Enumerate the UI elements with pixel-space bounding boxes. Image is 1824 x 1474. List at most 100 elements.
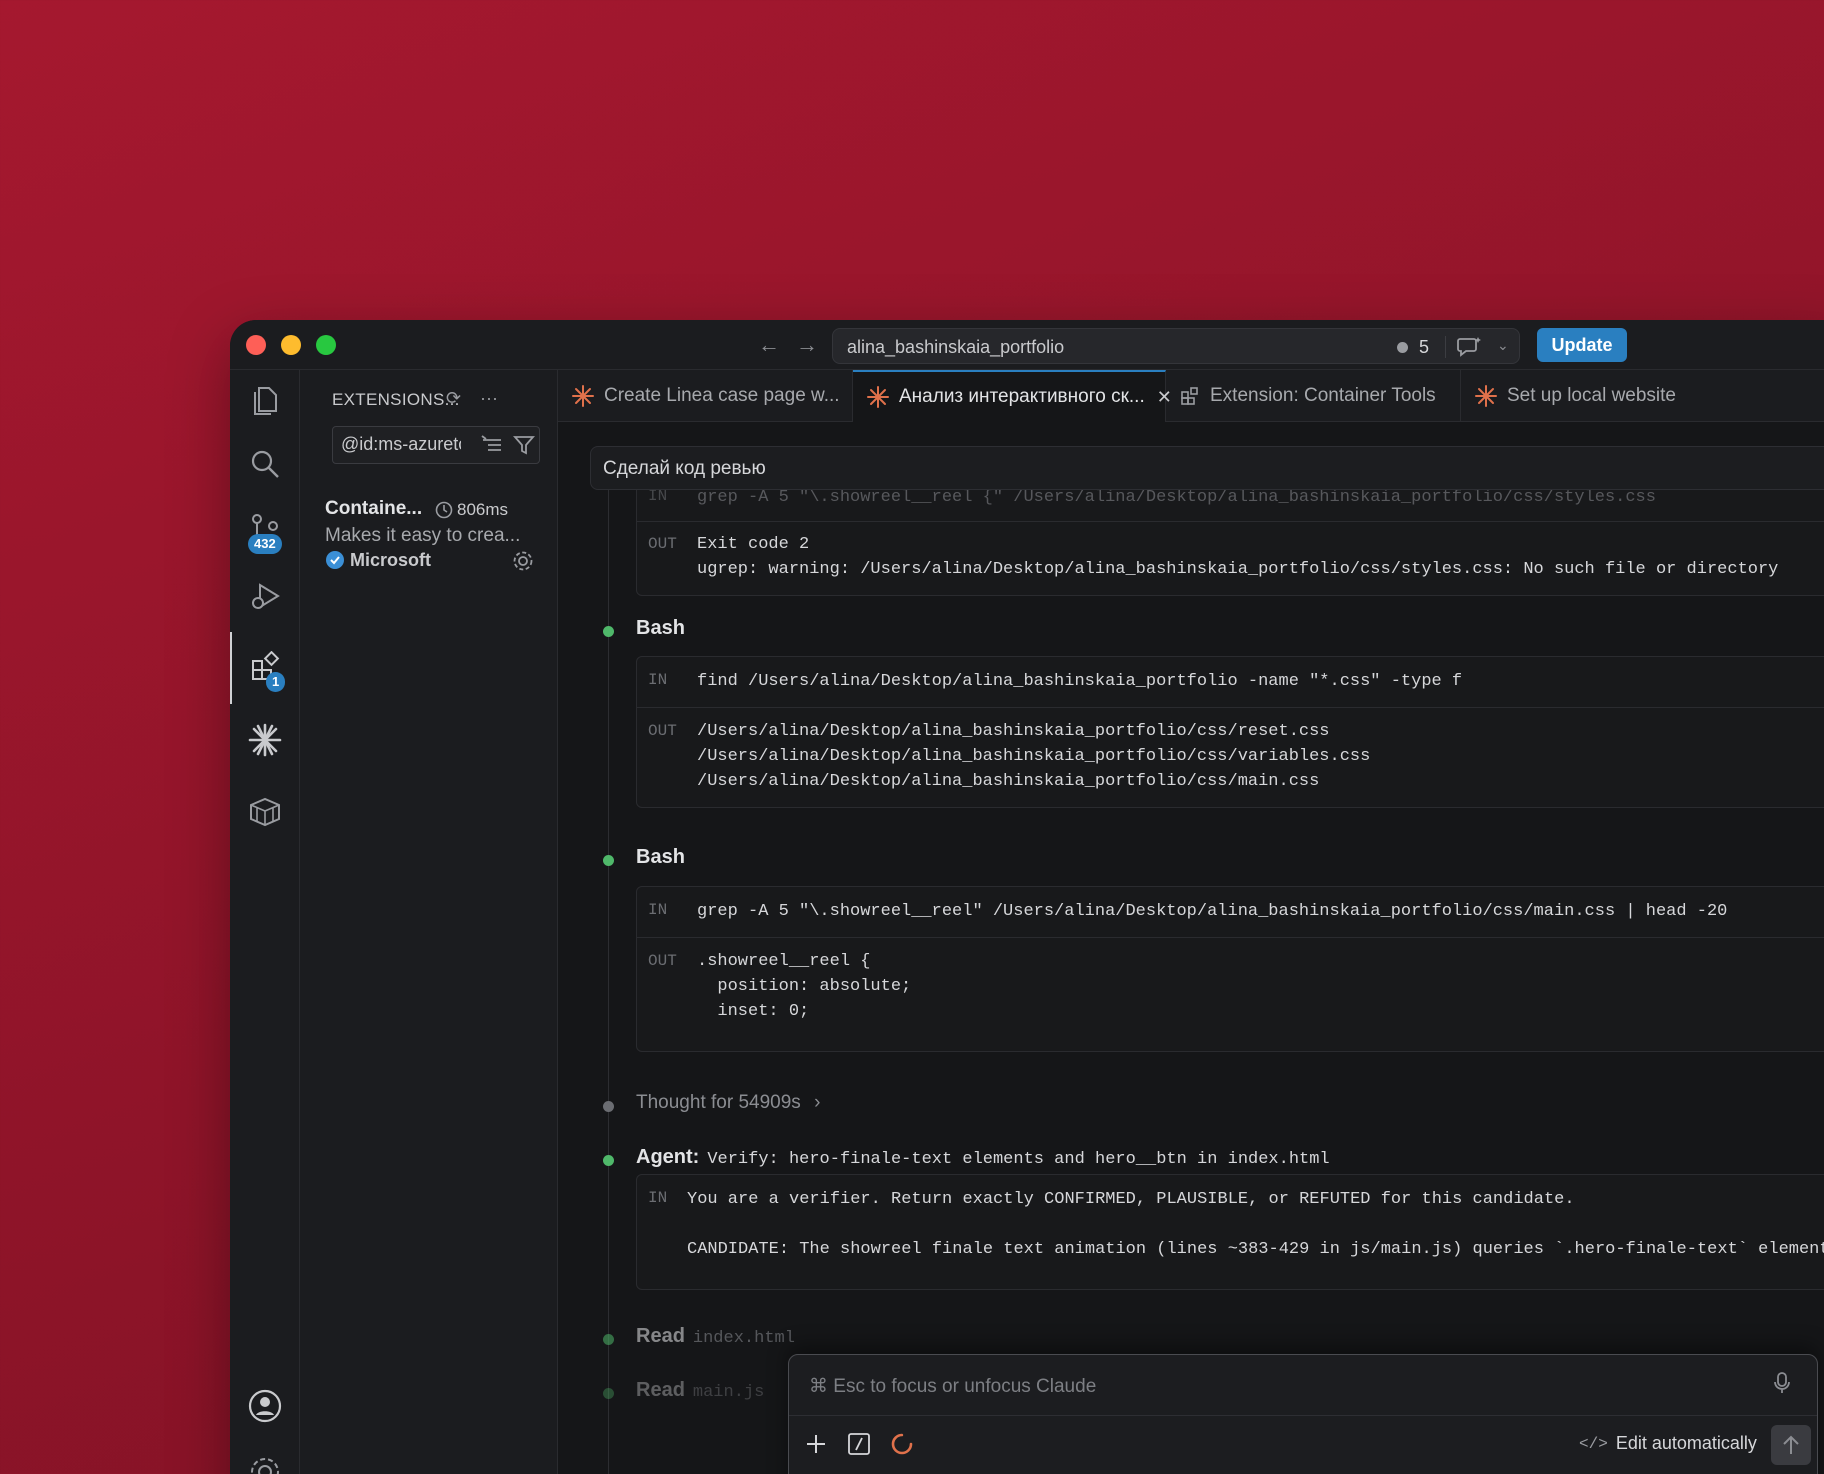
input-divider [789, 1415, 1817, 1416]
slash-command-icon[interactable] [847, 1431, 871, 1462]
thought-toggle[interactable]: Thought for 54909s › [636, 1092, 820, 1114]
explorer-icon[interactable] [230, 370, 300, 430]
minimize-window-button[interactable] [281, 335, 301, 355]
claude-icon[interactable] [230, 710, 300, 770]
search-icon[interactable] [230, 434, 300, 494]
extensions-search[interactable] [332, 426, 540, 464]
thought-label: Thought for 54909s [636, 1092, 801, 1113]
microphone-icon[interactable] [1773, 1371, 1791, 1400]
tab-label: Анализ интерактивного ск... [899, 386, 1145, 407]
changes-count: 5 [1419, 337, 1430, 357]
command-center[interactable]: alina_bashinskaia_portfolio 5 ⌄ [832, 328, 1520, 364]
edit-mode-label: Edit automatically [1615, 1433, 1757, 1453]
conversation: IN grep -A 5 "\.showreel__reel {" /Users… [558, 490, 1824, 1474]
extension-description: Makes it easy to crea... [325, 525, 521, 546]
manage-gear-icon[interactable] [512, 550, 534, 577]
tab-create-linea[interactable]: Create Linea case page w... [558, 370, 853, 422]
back-arrow-icon[interactable]: ← [758, 332, 780, 358]
maximize-window-button[interactable] [316, 335, 336, 355]
activation-time: 806ms [457, 500, 509, 519]
edit-mode-toggle[interactable]: </> Edit automatically [1579, 1433, 1757, 1454]
out-tag: OUT [648, 722, 677, 740]
extension-name: Containe... [325, 498, 423, 519]
agent-label: Agent: [636, 1146, 700, 1168]
add-icon[interactable] [803, 1431, 829, 1462]
out-tag: OUT [648, 952, 677, 970]
update-button[interactable]: Update [1537, 328, 1627, 362]
in-tag: IN [648, 901, 668, 919]
tool-output-block: IN find /Users/alina/Desktop/alina_bashi… [636, 656, 1824, 808]
read-label: Read [636, 1325, 685, 1347]
status-dot-icon [603, 626, 614, 637]
out-text: Exit code 2 ugrep: warning: /Users/alina… [697, 535, 1779, 579]
user-prompt: Сделай код ревью [590, 446, 1824, 490]
status-dot-icon [603, 1101, 614, 1112]
status-dot-icon [603, 1388, 614, 1399]
sidebar-title: EXTENSIONS... [332, 390, 460, 409]
arrow-up-icon [1783, 1435, 1799, 1454]
out-tag: OUT [648, 535, 677, 553]
tab-analysis[interactable]: Анализ интерактивного ск... ✕ [853, 370, 1172, 422]
activity-bar: 432 1 1 [230, 370, 300, 1474]
extensions-sidebar: EXTENSIONS... ⟳ ··· Containe... 806ms Ma… [300, 370, 558, 1474]
in-command: grep -A 5 "\.showreel__reel" /Users/alin… [697, 902, 1728, 921]
refresh-icon[interactable]: ⟳ [446, 388, 461, 409]
read-label: Read [636, 1379, 685, 1401]
extensions-icon [1180, 386, 1200, 406]
tab-extension-container-tools[interactable]: Extension: Container Tools [1166, 370, 1461, 422]
send-button[interactable] [1771, 1425, 1811, 1465]
agent-step[interactable]: Agent: Verify: hero-finale-text elements … [636, 1146, 1330, 1169]
changes-dot-icon [1397, 342, 1408, 353]
chevron-right-icon: › [814, 1092, 821, 1113]
out-text: .showreel__reel { position: absolute; in… [697, 952, 912, 1021]
chat-sparkle-icon[interactable] [1457, 335, 1483, 364]
read-step[interactable]: Read index.html [636, 1325, 795, 1348]
claude-icon [572, 385, 594, 407]
in-tag: IN [648, 1189, 668, 1207]
chat-input-placeholder[interactable]: ⌘ Esc to focus or unfocus Claude [809, 1375, 1096, 1398]
chevron-down-icon[interactable]: ⌄ [1497, 337, 1509, 354]
more-actions-icon[interactable]: ··· [480, 388, 498, 409]
step-title[interactable]: Bash [636, 846, 685, 869]
filter-icon[interactable] [513, 434, 535, 461]
verified-publisher-icon [325, 550, 345, 575]
claude-icon [1475, 385, 1497, 407]
extension-publisher: Microsoft [350, 550, 431, 570]
account-icon[interactable] [230, 1376, 300, 1436]
in-command: find /Users/alina/Desktop/alina_bashinsk… [697, 672, 1463, 691]
tab-set-up-local-website[interactable]: Set up local website [1461, 370, 1824, 422]
read-step[interactable]: Read main.js [636, 1379, 764, 1402]
source-control-badge: 432 [248, 534, 282, 554]
tab-label: Create Linea case page w... [604, 385, 840, 406]
history-icon [434, 500, 454, 525]
in-tag: IN [648, 671, 668, 689]
editor-area: Create Linea case page w... Анализ интер… [558, 370, 1824, 1474]
tab-label: Set up local website [1507, 385, 1676, 406]
agent-input-block: IN You are a verifier. Return exactly CO… [636, 1174, 1824, 1290]
close-window-button[interactable] [246, 335, 266, 355]
loading-spinner-icon [889, 1431, 915, 1462]
run-debug-icon[interactable] [230, 566, 300, 626]
tool-output-block: IN grep -A 5 "\.showreel__reel" /Users/a… [636, 886, 1824, 1052]
claude-icon [867, 386, 889, 408]
step-title[interactable]: Bash [636, 617, 685, 640]
timeline-line [608, 490, 609, 1474]
extensions-icon[interactable]: 1 [230, 632, 300, 704]
extensions-badge: 1 [266, 672, 286, 692]
tab-label: Extension: Container Tools [1210, 385, 1436, 406]
workspace-name: alina_bashinskaia_portfolio [847, 337, 1065, 357]
container-icon[interactable] [230, 782, 300, 842]
read-file: main.js [692, 1383, 765, 1402]
extensions-search-input[interactable] [341, 434, 461, 455]
in-command: grep -A 5 "\.showreel__reel {" /Users/al… [697, 490, 1656, 507]
tab-bar: Create Linea case page w... Анализ интер… [558, 370, 1824, 422]
tool-output-block: IN grep -A 5 "\.showreel__reel {" /Users… [636, 490, 1824, 596]
forward-arrow-icon[interactable]: → [796, 332, 818, 358]
settings-gear-icon[interactable]: 1 [230, 1442, 300, 1474]
agent-prompt: You are a verifier. Return exactly CONFI… [687, 1190, 1824, 1259]
chat-input-box[interactable]: ⌘ Esc to focus or unfocus Claude </> Edi… [788, 1354, 1818, 1474]
status-dot-icon [603, 1334, 614, 1345]
clear-filter-icon[interactable] [481, 435, 503, 460]
code-icon: </> [1579, 1434, 1608, 1453]
source-control-icon[interactable]: 432 [230, 500, 300, 560]
